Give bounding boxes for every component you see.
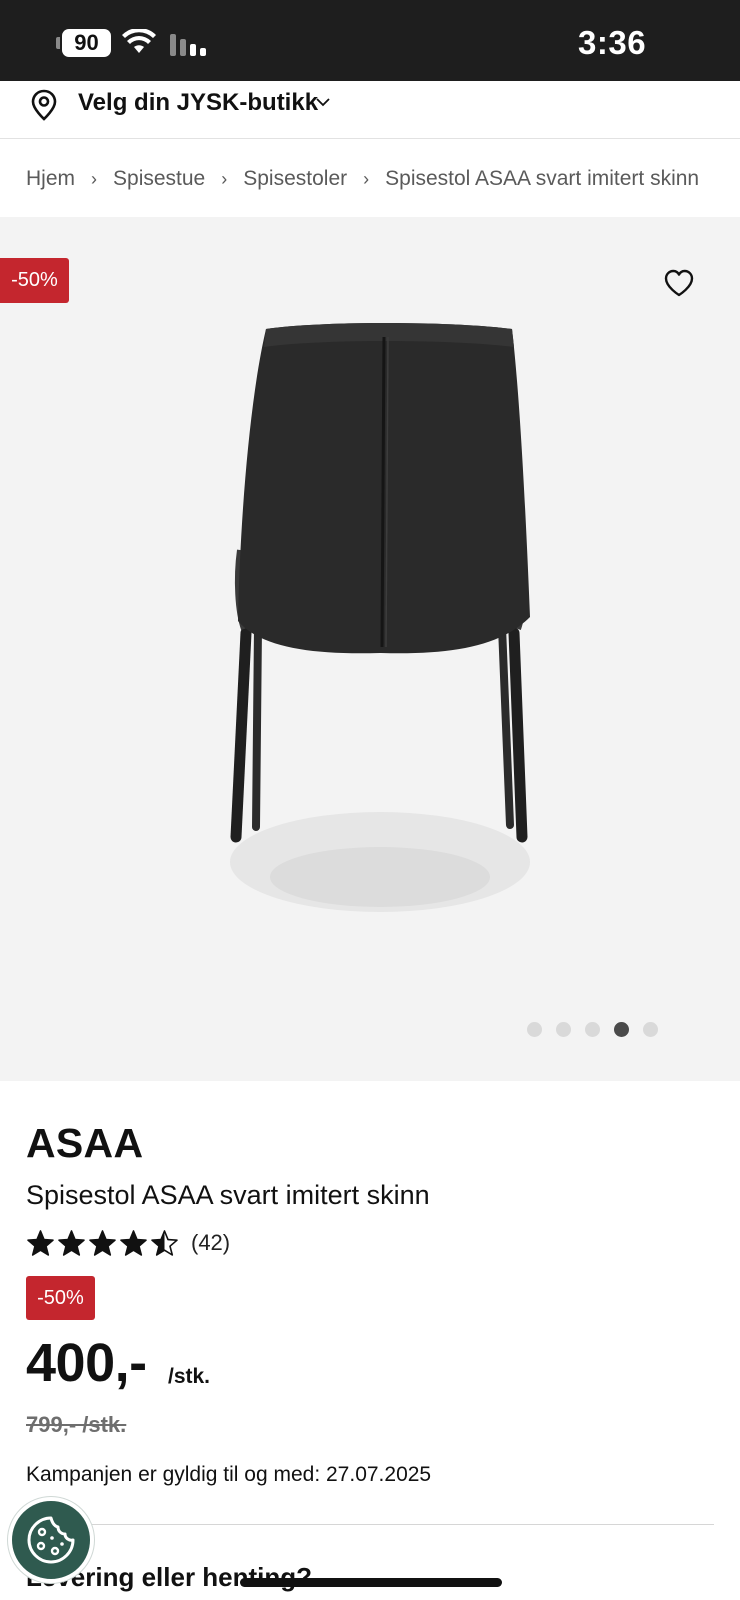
price-unit: /stk. bbox=[168, 1365, 211, 1388]
pagination-dot[interactable] bbox=[556, 1022, 571, 1037]
pagination-dot[interactable] bbox=[527, 1022, 542, 1037]
breadcrumb-dining-chairs[interactable]: Spisestoler bbox=[243, 167, 347, 191]
store-selector-label[interactable]: Velg din JYSK-butikk bbox=[78, 89, 318, 117]
product-rating[interactable]: (42) bbox=[26, 1228, 230, 1258]
cookie-icon bbox=[27, 1516, 75, 1564]
divider bbox=[26, 1524, 714, 1525]
breadcrumb-separator: › bbox=[91, 168, 98, 189]
old-price: 799,- /stk. bbox=[26, 1412, 127, 1437]
product-name: Spisestol ASAA svart imitert skinn bbox=[26, 1180, 430, 1210]
clock: 3:36 bbox=[578, 24, 647, 61]
product-image-gallery[interactable]: -50% bbox=[0, 217, 740, 1081]
product-price: 400,- bbox=[26, 1333, 147, 1393]
breadcrumb-current: Spisestol ASAA svart imitert skinn bbox=[385, 167, 700, 190]
breadcrumb-separator: › bbox=[221, 168, 228, 189]
battery-level: 90 bbox=[62, 29, 111, 57]
star-full-icon bbox=[120, 1229, 147, 1256]
signal-icon bbox=[170, 32, 210, 56]
image-pagination[interactable] bbox=[527, 1022, 658, 1037]
review-count[interactable]: (42) bbox=[191, 1230, 230, 1256]
breadcrumb-home[interactable]: Hjem bbox=[26, 167, 75, 191]
cookie-settings-button[interactable] bbox=[8, 1497, 94, 1583]
chevron-down-icon bbox=[316, 98, 330, 107]
rating-stars bbox=[26, 1229, 179, 1258]
store-selector[interactable]: Velg din JYSK-butikk bbox=[0, 81, 740, 139]
campaign-validity: Kampanjen er gyldig til og med: 27.07.20… bbox=[26, 1463, 432, 1486]
home-indicator bbox=[240, 1578, 502, 1587]
discount-badge: -50% bbox=[0, 258, 69, 303]
breadcrumb: Hjem › Spisestue › Spisestoler › Spisest… bbox=[26, 164, 740, 194]
star-half-icon bbox=[151, 1229, 178, 1256]
battery-icon: 90 bbox=[56, 29, 111, 57]
star-full-icon bbox=[27, 1229, 54, 1256]
status-bar: 90 3:36 bbox=[0, 0, 740, 81]
pagination-dot[interactable] bbox=[585, 1022, 600, 1037]
product-image-chair bbox=[230, 323, 530, 912]
pagination-dot[interactable] bbox=[614, 1022, 629, 1037]
breadcrumb-dining-room[interactable]: Spisestue bbox=[113, 167, 205, 191]
wifi-icon bbox=[122, 29, 156, 53]
location-pin-icon bbox=[31, 89, 57, 121]
product-brand: ASAA bbox=[26, 1120, 144, 1166]
heart-icon[interactable] bbox=[663, 268, 695, 298]
star-full-icon bbox=[89, 1229, 116, 1256]
pagination-dot[interactable] bbox=[643, 1022, 658, 1037]
star-full-icon bbox=[58, 1229, 85, 1256]
breadcrumb-separator: › bbox=[363, 168, 370, 189]
discount-badge: -50% bbox=[26, 1276, 95, 1320]
